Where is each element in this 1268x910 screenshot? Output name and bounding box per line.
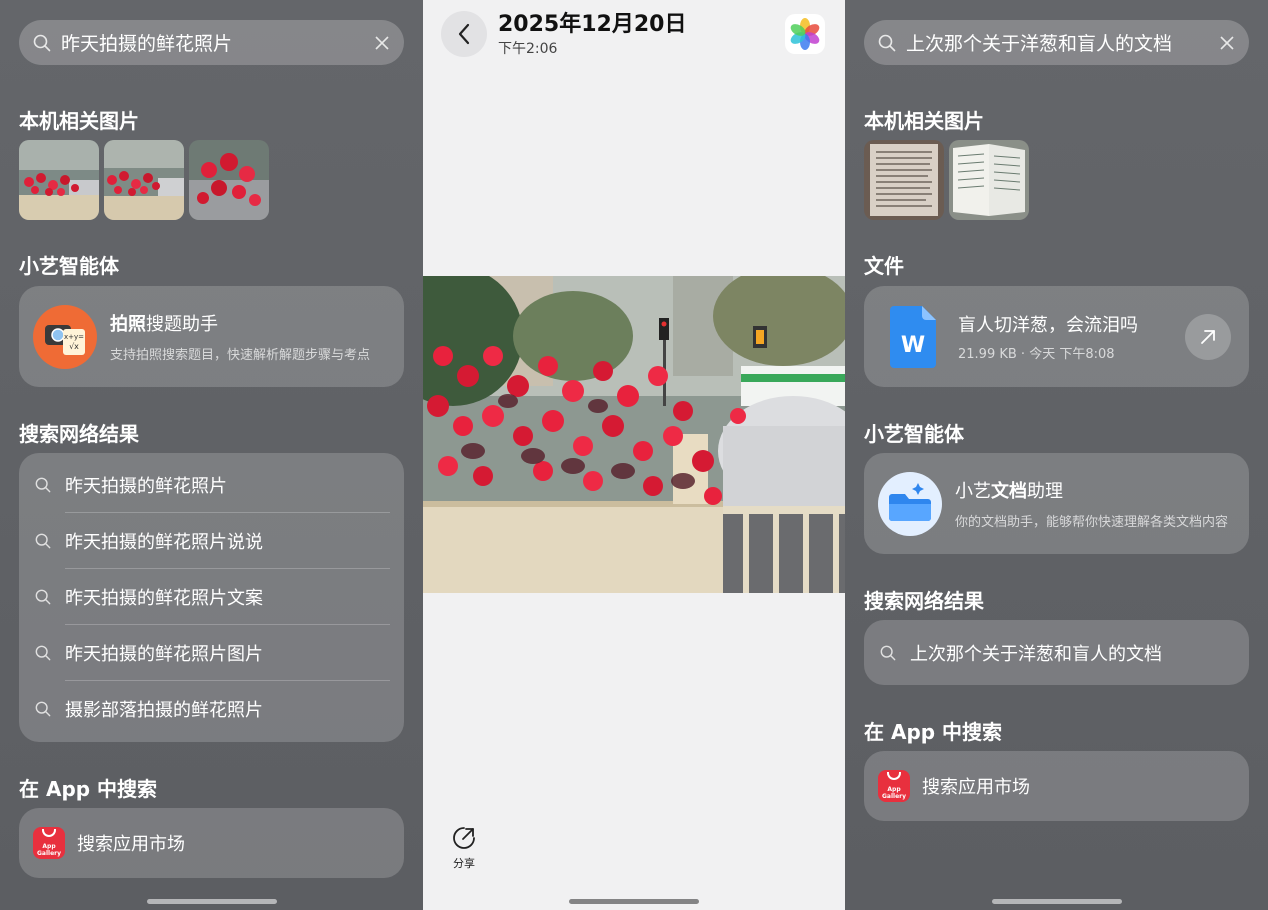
home-indicator[interactable] — [569, 899, 699, 904]
in-app-search-title: 在 App 中搜索 — [19, 777, 158, 801]
web-result-item[interactable]: 昨天拍摄的鲜花照片文案 — [19, 569, 404, 625]
chevron-left-icon — [458, 23, 470, 45]
web-result-item[interactable]: 昨天拍摄的鲜花照片说说 — [19, 513, 404, 569]
left-search-panel: 昨天拍摄的鲜花照片 本机相关图片 小艺智能体 x+y= √x 拍照搜题助手 支持… — [0, 0, 423, 910]
document-menu-thumbnail[interactable] — [949, 140, 1029, 220]
agent-description: 你的文档助手，能够帮你快速理解各类文档内容 — [955, 515, 1229, 530]
app-gallery-search-label: 搜索应用市场 — [77, 834, 185, 855]
search-bar[interactable]: 昨天拍摄的鲜花照片 — [19, 20, 404, 65]
app-gallery-search-label: 搜索应用市场 — [922, 777, 1030, 798]
right-search-panel: 上次那个关于洋葱和盲人的文档 本机相关图片 文件 W 盲人切洋葱，会流泪吗 21… — [845, 0, 1268, 910]
share-button[interactable]: 分享 — [451, 825, 477, 871]
agent-name: 小艺文档助理 — [955, 481, 1063, 502]
local-images-row — [19, 140, 269, 220]
folder-icon — [878, 471, 942, 536]
local-images-title: 本机相关图片 — [864, 109, 984, 133]
photo-viewer-panel: 2025年12月20日 下午2:06 分享 — [423, 0, 845, 910]
app-gallery-search-button[interactable]: App Gallery 搜索应用市场 — [864, 751, 1249, 821]
app-gallery-icon: App Gallery — [33, 827, 65, 859]
search-input[interactable]: 昨天拍摄的鲜花照片 — [61, 29, 374, 56]
photo-time: 下午2:06 — [498, 41, 558, 57]
share-icon — [453, 827, 475, 849]
search-input[interactable]: 上次那个关于洋葱和盲人的文档 — [906, 29, 1219, 56]
agent-name: 拍照搜题助手 — [110, 314, 218, 335]
web-result-item[interactable]: 昨天拍摄的鲜花照片 — [19, 457, 404, 513]
back-button[interactable] — [441, 11, 487, 57]
local-images-row — [864, 140, 1029, 220]
photo-date: 2025年12月20日 — [498, 12, 687, 37]
agent-card-document-assistant[interactable]: 小艺文档助理 你的文档助手，能够帮你快速理解各类文档内容 — [864, 453, 1249, 554]
agents-title: 小艺智能体 — [19, 254, 119, 278]
search-icon — [878, 34, 896, 51]
flower-photo[interactable] — [423, 276, 845, 593]
flower-photo-thumbnail[interactable] — [189, 140, 269, 220]
file-name: 盲人切洋葱，会流泪吗 — [958, 315, 1138, 336]
search-icon — [33, 34, 51, 51]
app-gallery-icon: App Gallery — [878, 770, 910, 802]
share-label: 分享 — [453, 857, 475, 870]
file-meta: 21.99 KB · 今天 下午8:08 — [958, 347, 1115, 362]
search-icon — [35, 477, 51, 493]
word-document-icon: W — [890, 305, 936, 368]
svg-text:W: W — [901, 333, 925, 358]
home-indicator[interactable] — [146, 899, 277, 904]
document-page-thumbnail[interactable] — [864, 140, 944, 220]
files-title: 文件 — [864, 254, 904, 278]
agents-title: 小艺智能体 — [864, 422, 964, 446]
in-app-search-title: 在 App 中搜索 — [864, 720, 1003, 744]
local-images-title: 本机相关图片 — [19, 109, 139, 133]
arrow-up-right-icon — [1201, 329, 1215, 344]
web-result-item[interactable]: 上次那个关于洋葱和盲人的文档 — [864, 620, 1249, 685]
agent-card-photo-search[interactable]: x+y= √x 拍照搜题助手 支持拍照搜索题目，快速解析解题步骤与考点 — [19, 286, 404, 387]
web-result-item[interactable]: 摄影部落拍摄的鲜花照片 — [19, 681, 404, 737]
svg-text:√x: √x — [69, 342, 79, 351]
search-bar[interactable]: 上次那个关于洋葱和盲人的文档 — [864, 20, 1249, 65]
flower-photo-thumbnail[interactable] — [19, 140, 99, 220]
home-indicator[interactable] — [991, 899, 1122, 904]
web-results-list: 上次那个关于洋葱和盲人的文档 — [864, 620, 1249, 685]
app-gallery-search-button[interactable]: App Gallery 搜索应用市场 — [19, 808, 404, 878]
clear-icon[interactable] — [374, 35, 390, 51]
search-icon — [880, 645, 896, 660]
file-result-card[interactable]: W 盲人切洋葱，会流泪吗 21.99 KB · 今天 下午8:08 — [864, 286, 1249, 387]
search-icon — [35, 645, 51, 661]
open-file-button[interactable] — [1185, 313, 1231, 360]
web-result-item[interactable]: 昨天拍摄的鲜花照片图片 — [19, 625, 404, 681]
search-icon — [35, 533, 51, 549]
web-results-list: 昨天拍摄的鲜花照片 昨天拍摄的鲜花照片说说 昨天拍摄的鲜花照片文案 昨天拍摄的鲜… — [19, 453, 404, 742]
svg-text:x+y=: x+y= — [64, 333, 84, 341]
gallery-app-icon[interactable] — [785, 14, 825, 54]
flower-photo-thumbnail[interactable] — [104, 140, 184, 220]
agent-description: 支持拍照搜索题目，快速解析解题步骤与考点 — [110, 348, 371, 363]
search-icon — [35, 589, 51, 605]
camera-math-icon: x+y= √x — [33, 304, 97, 369]
search-icon — [35, 701, 51, 717]
clear-icon[interactable] — [1219, 35, 1235, 51]
web-results-title: 搜索网络结果 — [864, 589, 984, 613]
web-results-title: 搜索网络结果 — [19, 422, 139, 446]
